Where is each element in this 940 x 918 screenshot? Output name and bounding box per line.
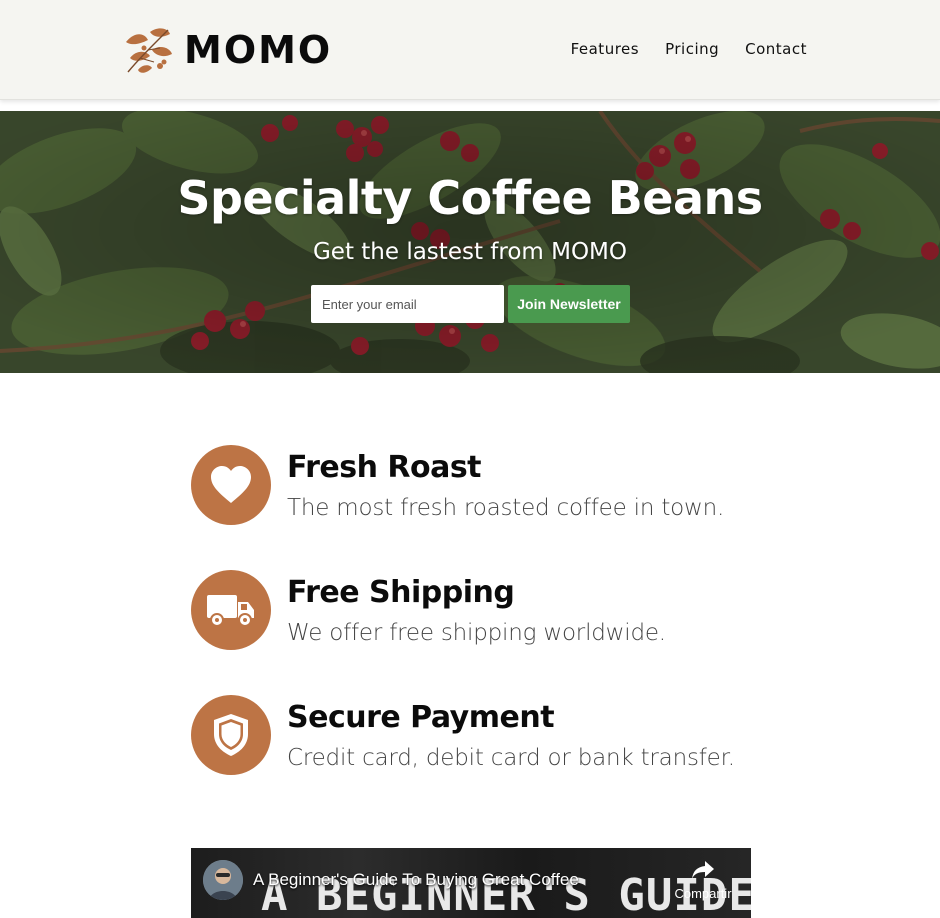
hero-section: Specialty Coffee Beans Get the lastest f… [0, 111, 940, 373]
feature-secure-payment: Secure Payment Credit card, debit card o… [191, 695, 791, 777]
feature-description: We offer free shipping worldwide. [287, 620, 666, 646]
video-title[interactable]: A Beginner's Guide To Buying Great Coffe… [253, 870, 579, 890]
share-button[interactable]: Compartir [667, 860, 739, 901]
nav-contact[interactable]: Contact [745, 40, 807, 58]
feature-description: Credit card, debit card or bank transfer… [287, 745, 735, 771]
site-header: MOMO Features Pricing Contact [0, 0, 940, 100]
channel-avatar[interactable] [203, 860, 243, 900]
shield-icon [191, 695, 271, 775]
hero-subtitle: Get the lastest from MOMO [312, 239, 628, 265]
heart-icon [191, 445, 271, 525]
email-input[interactable] [311, 285, 504, 323]
feature-description: The most fresh roasted coffee in town. [287, 495, 725, 521]
logo[interactable]: MOMO [120, 22, 332, 78]
hero-title: Specialty Coffee Beans [177, 171, 763, 225]
coffee-branch-logo-icon [126, 28, 172, 73]
join-newsletter-button[interactable]: Join Newsletter [508, 285, 630, 323]
feature-title: Secure Payment [287, 700, 555, 735]
main-nav: Features Pricing Contact [571, 40, 807, 58]
truck-icon [191, 570, 271, 650]
share-arrow-icon [692, 861, 714, 879]
feature-title: Fresh Roast [287, 450, 482, 485]
nav-features[interactable]: Features [571, 40, 640, 58]
share-label: Compartir [674, 886, 732, 901]
nav-pricing[interactable]: Pricing [665, 40, 719, 58]
brand-name: MOMO [184, 28, 333, 72]
feature-fresh-roast: Fresh Roast The most fresh roasted coffe… [191, 445, 791, 527]
youtube-video-embed[interactable]: A BEGINNER'S GUIDE TO A Beginner's Guide… [191, 848, 751, 918]
feature-free-shipping: Free Shipping We offer free shipping wor… [191, 570, 791, 652]
feature-title: Free Shipping [287, 575, 515, 610]
